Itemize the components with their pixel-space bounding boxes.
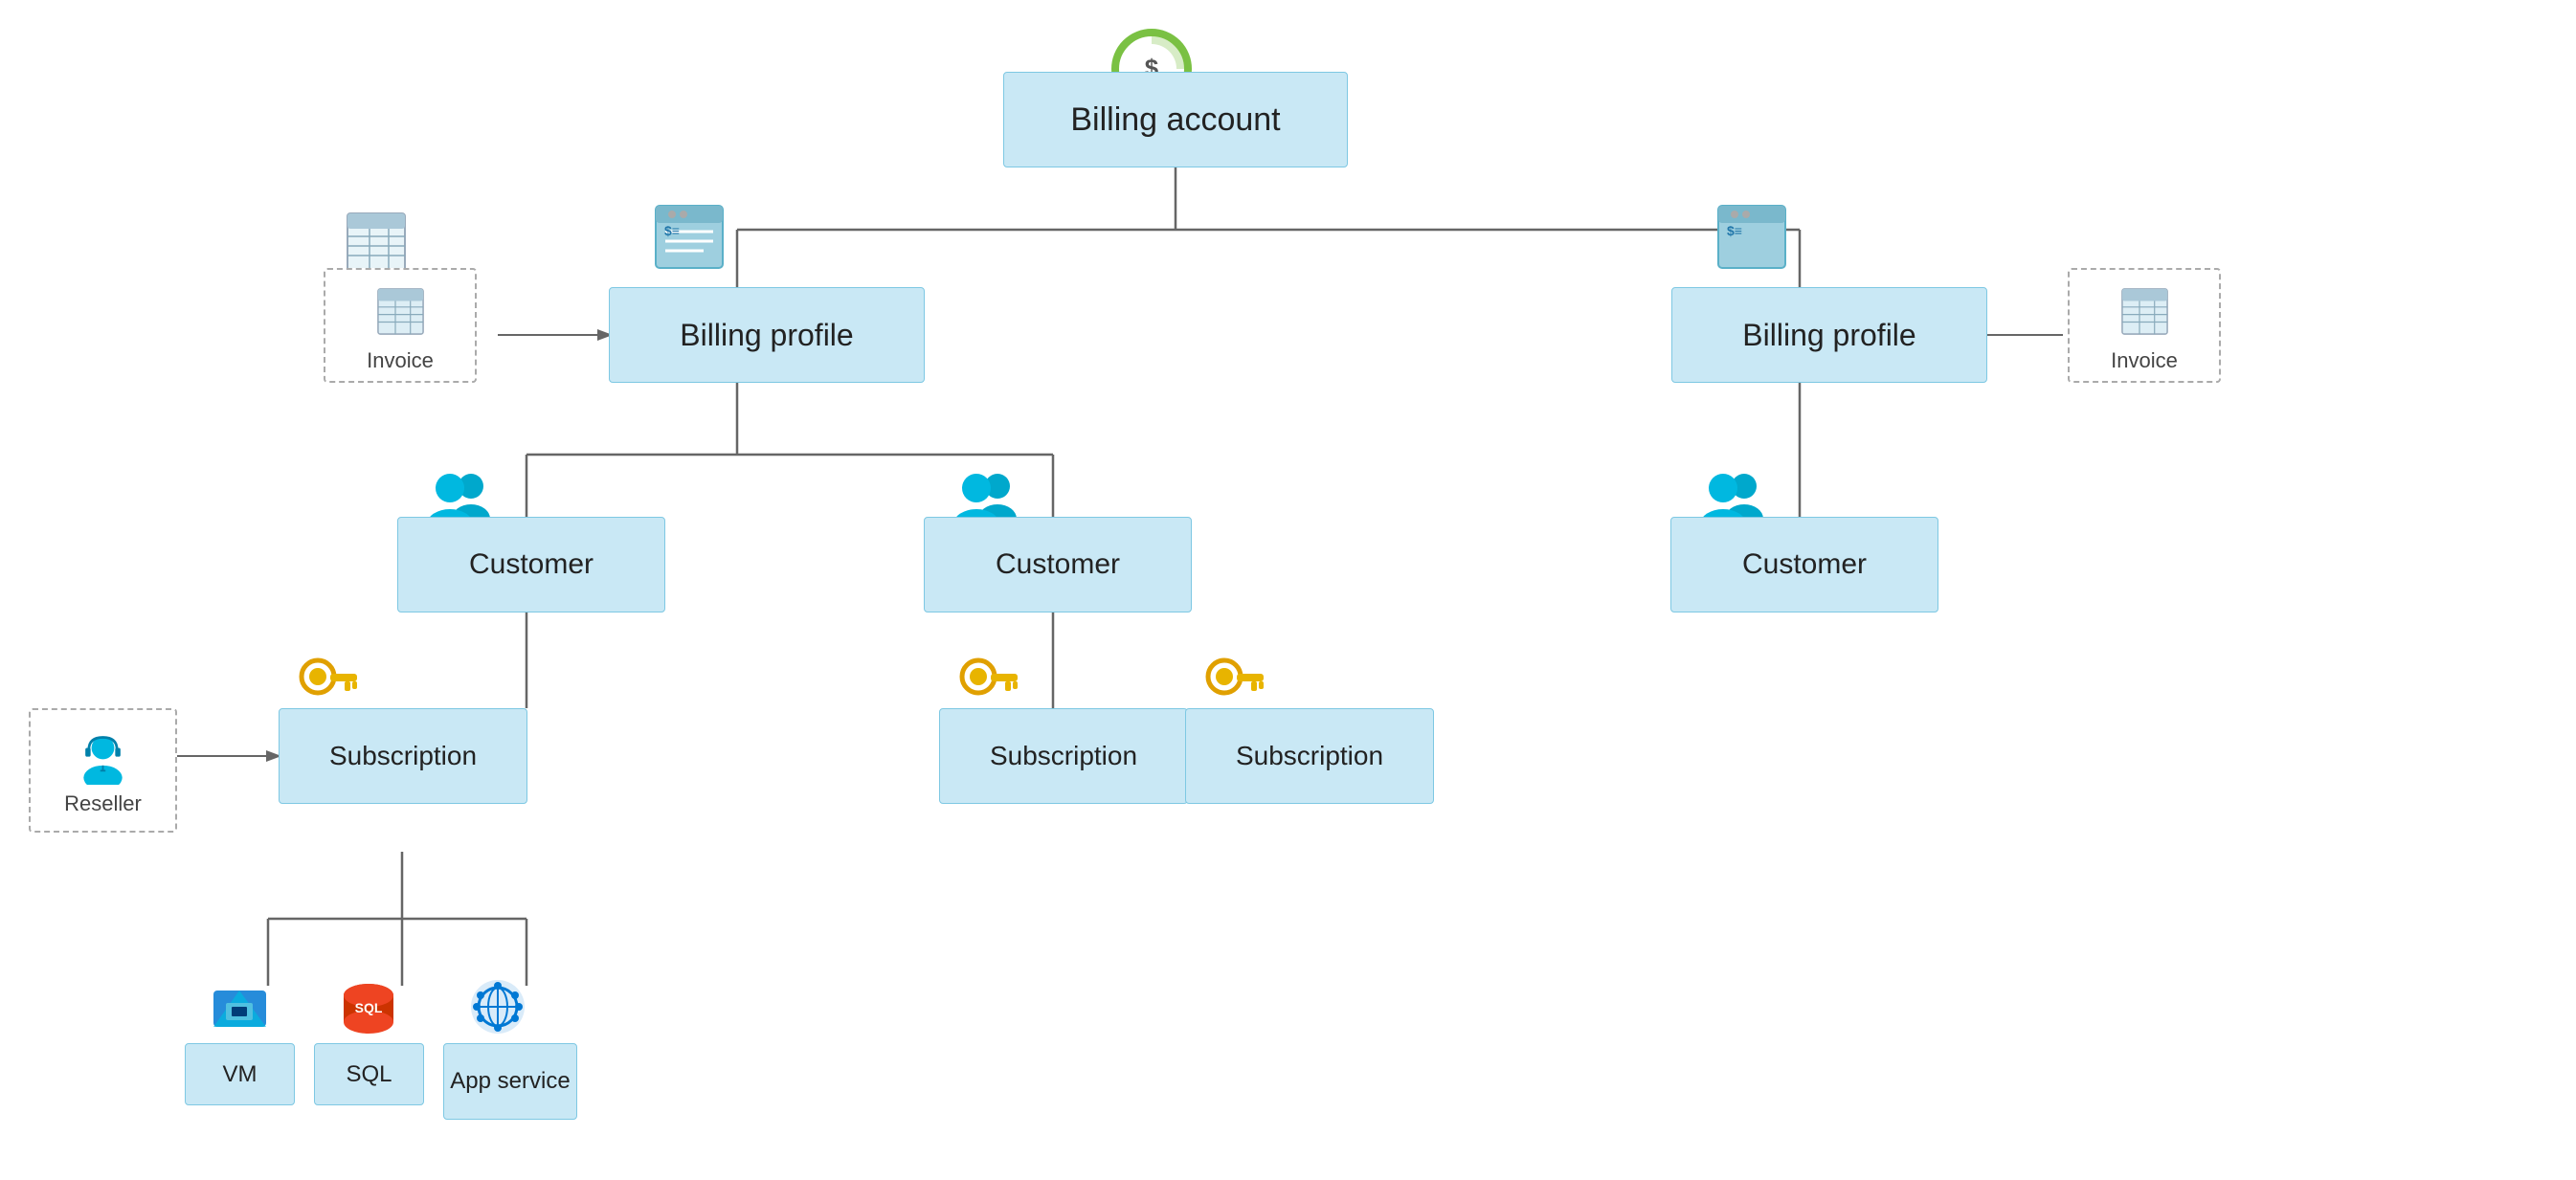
customer-2-label: Customer [996,548,1120,581]
customer-1-label: Customer [469,548,594,581]
invoice-left-node: Invoice [324,268,477,383]
svg-text:SQL: SQL [355,1000,383,1015]
customer-3-label: Customer [1742,548,1867,581]
billing-profile-right-node: Billing profile [1671,287,1987,383]
diagram: $ Billing account $≡ Billing profile [0,0,2576,1180]
reseller-label: Reseller [64,791,142,816]
svg-text:$≡: $≡ [664,223,680,238]
invoice-left-label: Invoice [367,348,434,373]
reseller-node: Reseller [29,708,177,833]
customer-2-node: Customer [924,517,1192,612]
app-service-node: App service [443,1043,577,1120]
billing-profile-right-label: Billing profile [1742,318,1915,353]
vm-node: VM [185,1043,295,1105]
app-service-icon [467,976,529,1043]
svg-text:$≡: $≡ [1727,223,1742,238]
subscription-2-key-icon [957,656,1019,713]
subscription-1-label: Subscription [329,741,477,771]
subscription-2-label: Subscription [990,741,1137,771]
vm-label: VM [223,1061,258,1088]
app-service-label: App service [450,1068,570,1095]
billing-profile-left-label: Billing profile [680,318,853,353]
sql-node: SQL [314,1043,424,1105]
customer-1-node: Customer [397,517,665,612]
billing-profile-left-icon: $≡ [651,201,728,278]
billing-account-label: Billing account [1070,101,1280,139]
billing-account-node: Billing account [1003,72,1348,167]
sql-icon: SQL [338,976,400,1043]
billing-profile-right-icon: $≡ [1714,201,1790,278]
subscription-2-node: Subscription [939,708,1188,804]
subscription-1-node: Subscription [279,708,527,804]
billing-profile-left-node: Billing profile [609,287,925,383]
customer-3-node: Customer [1670,517,1938,612]
subscription-3-key-icon [1203,656,1266,713]
sql-label: SQL [346,1061,392,1088]
vm-icon [209,976,271,1043]
subscription-3-label: Subscription [1236,741,1383,771]
invoice-right-label: Invoice [2111,348,2178,373]
invoice-right-node: Invoice [2068,268,2221,383]
subscription-1-key-icon [297,656,359,713]
subscription-3-node: Subscription [1185,708,1434,804]
